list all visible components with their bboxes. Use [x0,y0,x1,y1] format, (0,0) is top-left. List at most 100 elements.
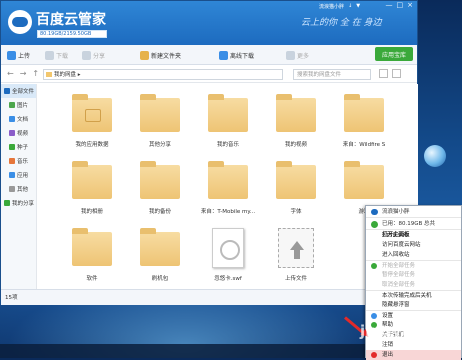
sidebar-item-7[interactable]: 其他 [1,182,36,196]
sidebar-item-5[interactable]: 音乐 [1,154,36,168]
list-view-button[interactable] [392,69,401,78]
file-name: 我的应用数据 [75,142,109,148]
toolbar-button-0[interactable]: 上传 [7,49,30,61]
toolbar-button-label: 离线下载 [230,52,255,60]
toolbar-button-label: 更多 [297,52,310,60]
folder-icon [72,94,112,132]
toolbar-button-5[interactable]: 更多 [286,49,309,61]
menu-dropdown-icon[interactable]: ▼ [356,3,360,9]
folder-icon [344,94,384,132]
sidebar-category-icon [4,88,10,94]
file-item[interactable]: 字体 [264,159,328,229]
file-name: 我的相册 [80,209,103,215]
menu-item-5: 取消全部任务 [382,282,416,288]
up-arrow-icon[interactable]: ↑ [32,69,39,78]
upload-icon [278,228,314,268]
menu-item-11[interactable]: 注销 [366,340,461,350]
menu-item-7[interactable]: 隐藏悬浮窗 [366,300,461,310]
sidebar-item-2[interactable]: 文档 [1,112,36,126]
user-area[interactable]: 流浪猫小胖 ↓ ▼ [319,1,360,11]
toolbar-button-2[interactable]: 分享 [82,49,105,61]
toolbar-icon [140,50,149,60]
sidebar-category-icon [9,172,15,178]
sidebar-item-label: 音乐 [17,159,29,165]
toolbar-icon [45,50,54,60]
toolbar-button-label: 上传 [18,52,31,60]
toolbar-button-4[interactable]: 离线下载 [219,49,254,61]
sidebar-item-4[interactable]: 种子 [1,140,36,154]
view-toggle [379,69,401,78]
watermark: jingyan [360,322,423,340]
maximize-button[interactable]: □ [397,1,404,9]
menu-item-icon [371,263,377,269]
close-button[interactable]: × [407,1,413,9]
toolbar-button-1[interactable]: 下载 [45,49,68,61]
sidebar-item-6[interactable]: 应用 [1,168,36,182]
quota-indicator: 80.19GB/2159.50GB [37,30,107,38]
folder-icon [276,161,316,199]
slogan: 云上的你 全 在 身边 [301,18,382,28]
sidebar-item-8[interactable]: 我的分享 [1,196,36,210]
back-arrow-icon[interactable]: ← [7,69,14,78]
menu-item-0[interactable]: 打开主面板 [366,230,461,240]
file-item[interactable]: 我的备份 [128,159,192,229]
username[interactable]: 流浪猫小胖 [319,3,344,10]
sidebar-item-0[interactable]: 全部文件 [1,84,36,98]
toolbar-icon [219,50,228,60]
folder-icon [72,161,112,199]
file-item[interactable]: 我的音乐 [196,92,260,162]
file-item[interactable]: 忽悠卡.swf [196,226,260,296]
file-item[interactable]: 刷机包 [128,226,192,296]
search-input[interactable]: 搜索我的网盘文件 [293,69,371,80]
menu-username: 流浪猫小胖 [366,206,461,218]
file-item[interactable]: 上传文件 [264,226,328,296]
sidebar-item-3[interactable]: 视频 [1,126,36,140]
nav-bar: ← → ↑ 我的网盘 ▸ 搜索我的网盘文件 [1,66,417,83]
file-item[interactable]: 软件 [60,226,124,296]
toolbar-button-3[interactable]: 新建文件夹 [140,49,181,61]
file-name: 我的视频 [284,142,307,148]
menu-item-2[interactable]: 进入回收站 [366,250,461,260]
sidebar-item-label: 其他 [17,187,29,193]
sidebar-item-1[interactable]: 图片 [1,98,36,112]
menu-item-3: 开始全部任务 [366,260,461,270]
title-bar[interactable]: 百度云管家 80.19GB/2159.50GB 云上的你 全 在 身边 流浪猫小… [1,1,417,45]
folder-icon [72,228,112,266]
file-item[interactable]: 我的相册 [60,159,124,229]
toolbar-icon [7,50,16,60]
sidebar-category-icon [9,144,15,150]
minimize-button[interactable]: — [386,1,393,9]
file-item[interactable]: 其他分享 [128,92,192,162]
file-item[interactable]: 来自：T-Mobile my... [196,159,260,229]
video-file-icon [212,228,244,268]
app-store-button[interactable]: 应用宝库 [375,47,413,61]
sidebar: 全部文件 图片文档视频种子音乐应用其他我的分享 [1,84,37,289]
breadcrumb[interactable]: 我的网盘 ▸ [43,69,283,80]
sidebar-item-label: 文档 [17,117,29,123]
grid-view-button[interactable] [379,69,388,78]
item-count: 15项 [5,295,18,301]
app-title: 百度云管家 [36,12,106,28]
sidebar-category-icon [9,116,15,122]
menu-item-8[interactable]: 设置 [366,310,461,320]
forward-arrow-icon[interactable]: → [20,69,27,78]
menu-item-1[interactable]: 访问百度云网站 [366,240,461,250]
menu-item-12[interactable]: 退出 [366,350,461,360]
menu-item-icon [371,352,377,358]
download-icon[interactable]: ↓ [348,3,352,9]
app-window: 百度云管家 80.19GB/2159.50GB 云上的你 全 在 身边 流浪猫小… [0,0,418,305]
file-item[interactable]: 我的视频 [264,92,328,162]
sidebar-item-label: 应用 [17,173,29,179]
folder-icon [344,161,384,199]
menu-item-6[interactable]: 本次传输完成后关机 [366,290,461,300]
folder-icon [140,94,180,132]
sidebar-item-label: 种子 [17,145,29,151]
toolbar-icon [82,50,91,60]
cloud-logo-icon [8,10,32,34]
file-name: 上传文件 [284,276,307,282]
folder-icon [208,94,248,132]
file-item[interactable]: 我的应用数据 [60,92,124,162]
file-item[interactable]: 来自：Wildfire S [332,92,396,162]
window-controls: — □ × [386,1,414,9]
toolbar-button-label: 下载 [56,52,69,60]
